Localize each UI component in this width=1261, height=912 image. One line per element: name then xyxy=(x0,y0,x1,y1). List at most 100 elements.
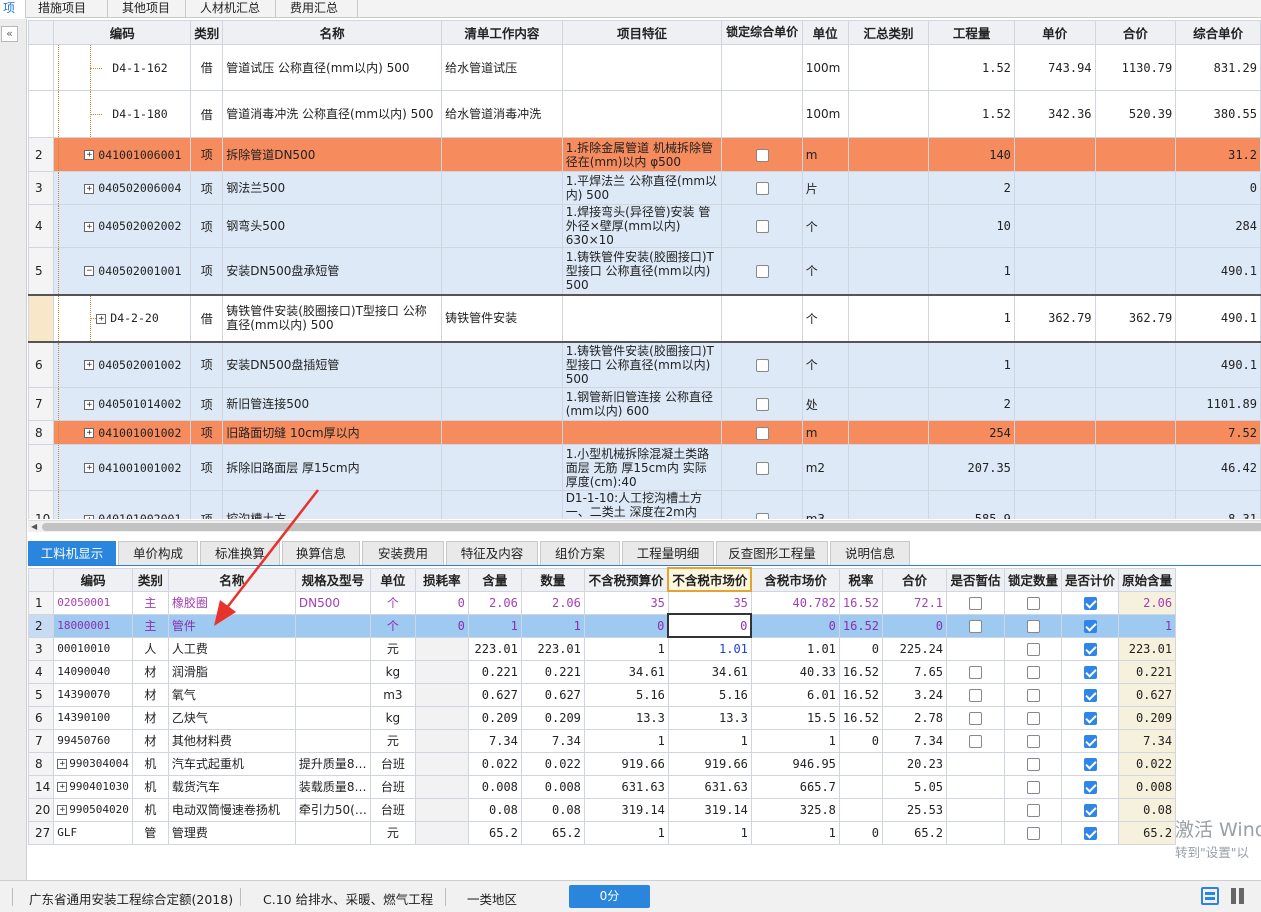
estimate-cell[interactable] xyxy=(946,751,1006,776)
lock-price-checkbox[interactable] xyxy=(755,461,769,475)
budget-price[interactable]: 1 xyxy=(583,636,669,661)
expand-icon[interactable]: + xyxy=(84,221,95,232)
score-button[interactable]: 0分 xyxy=(569,885,650,908)
expand-icon[interactable]: + xyxy=(84,514,95,519)
item-quantity[interactable]: 254 xyxy=(928,420,1015,445)
lock-price-checkbox[interactable] xyxy=(755,358,769,372)
material-type[interactable]: 主 xyxy=(131,590,169,615)
material-spec[interactable]: 装载质量8… xyxy=(294,774,371,799)
item-price[interactable]: 743.94 xyxy=(1013,44,1096,91)
estimate-cell[interactable] xyxy=(946,774,1006,799)
estimate-cell[interactable] xyxy=(946,728,1006,753)
estimate-checkbox[interactable] xyxy=(969,734,983,748)
material-total[interactable]: 2.78 xyxy=(882,705,948,730)
item-quantity[interactable]: 1 xyxy=(928,293,1015,343)
priced-checkbox[interactable] xyxy=(1083,665,1097,679)
loss-rate[interactable] xyxy=(414,659,469,684)
tax-rate[interactable]: 0 xyxy=(838,636,884,661)
lock-price-cell[interactable] xyxy=(721,420,803,445)
item-total[interactable]: 362.79 xyxy=(1094,293,1177,343)
lock-price-cell[interactable] xyxy=(721,90,803,138)
tax-rate[interactable] xyxy=(838,797,884,822)
material-row[interactable]: 1 02050001 主橡胶圈 DN500 个 0 2.06 2.06 35 35 40.782 16… xyxy=(28,590,1177,615)
header-summary-type[interactable]: 汇总类别 xyxy=(847,20,930,45)
original-content[interactable]: 0.022 xyxy=(1118,751,1177,776)
tab-labor-material-summary[interactable]: 人材机汇总 xyxy=(186,0,276,18)
item-quantity[interactable]: 585.9 xyxy=(928,490,1015,519)
item-code[interactable]: −040502001001 xyxy=(53,247,192,295)
lheader-market[interactable]: 不含税市场价 xyxy=(667,567,753,592)
item-name[interactable]: 安装DN500盘承短管 xyxy=(222,247,443,295)
priced-cell[interactable] xyxy=(1061,820,1120,845)
priced-checkbox[interactable] xyxy=(1083,711,1097,725)
item-price[interactable]: 342.36 xyxy=(1013,90,1096,138)
material-unit[interactable]: 元 xyxy=(369,820,416,845)
lock-qty-checkbox[interactable] xyxy=(1026,803,1040,817)
material-name[interactable]: 汽车式起重机 xyxy=(167,751,296,776)
estimate-checkbox[interactable] xyxy=(969,619,983,633)
item-name[interactable]: 旧路面切缝 10cm厚以内 xyxy=(222,420,443,445)
lock-price-checkbox[interactable] xyxy=(755,513,769,519)
expand-icon[interactable]: + xyxy=(84,360,95,371)
material-spec[interactable]: DN500 xyxy=(294,590,371,615)
priced-cell[interactable] xyxy=(1061,751,1120,776)
bill-row[interactable]: + D4-2-20 借铸铁管件安装(胶圈接口)T型接口 公称直径(mm以内) 500… xyxy=(28,293,1261,343)
bill-row[interactable]: 9 +041001001002 项拆除旧路面层 厚15cm内 1.小型机械拆除混凝土类… xyxy=(28,444,1261,491)
item-name[interactable]: 管道消毒冲洗 公称直径(mm以内) 500 xyxy=(222,90,443,138)
layout-stacked-icon[interactable] xyxy=(1201,887,1219,905)
material-row[interactable]: 7 99450760 材其他材料费元 7.34 7.34 1 1 1 0 7.34 7.34 xyxy=(28,728,1177,753)
priced-checkbox[interactable] xyxy=(1083,642,1097,656)
priced-checkbox[interactable] xyxy=(1083,757,1097,771)
item-type[interactable]: 项 xyxy=(190,444,224,491)
header-name[interactable]: 名称 xyxy=(222,20,443,45)
material-row[interactable]: 2 18000001 主管件个 0 1 1 0 0 0 16.52 0 1 xyxy=(28,613,1177,638)
item-feature[interactable] xyxy=(561,90,723,138)
item-type[interactable]: 借 xyxy=(190,90,224,138)
summary-type[interactable] xyxy=(847,293,930,343)
item-name[interactable]: 铸铁管件安装(胶圈接口)T型接口 公称直径(mm以内) 500 xyxy=(222,293,443,343)
loss-rate[interactable]: 0 xyxy=(414,613,469,638)
item-feature[interactable]: 1.钢管新旧管连接 公称直径(mm以内) 600 xyxy=(561,387,723,421)
material-unit[interactable]: 元 xyxy=(369,728,416,753)
loss-rate[interactable]: 0 xyxy=(414,590,469,615)
content-amount[interactable]: 223.01 xyxy=(467,636,522,661)
loss-rate[interactable] xyxy=(414,728,469,753)
lock-price-cell[interactable] xyxy=(721,171,803,205)
item-total[interactable] xyxy=(1094,137,1177,172)
market-price[interactable]: 13.3 xyxy=(667,705,752,730)
item-unit[interactable]: 个 xyxy=(801,247,849,295)
original-content[interactable]: 0.08 xyxy=(1118,797,1177,822)
lock-qty-checkbox[interactable] xyxy=(1026,757,1040,771)
lheader-lock-qty[interactable]: 锁定数量 xyxy=(1004,567,1063,592)
material-quantity[interactable]: 1 xyxy=(520,613,585,638)
header-total[interactable]: 合价 xyxy=(1094,20,1177,45)
material-spec[interactable] xyxy=(294,613,371,638)
expand-icon[interactable]: + xyxy=(84,150,95,160)
item-unit-price[interactable]: 490.1 xyxy=(1175,341,1261,388)
item-type[interactable]: 项 xyxy=(190,341,224,388)
budget-price[interactable]: 1 xyxy=(583,820,669,845)
lock-qty-checkbox[interactable] xyxy=(1026,826,1040,840)
item-unit[interactable]: 个 xyxy=(801,204,849,248)
item-quantity[interactable]: 207.35 xyxy=(928,444,1015,491)
item-price[interactable] xyxy=(1013,137,1096,172)
material-name[interactable]: 管理费 xyxy=(167,820,296,845)
estimate-cell[interactable] xyxy=(946,590,1006,615)
lock-price-cell[interactable] xyxy=(721,293,803,343)
lock-price-cell[interactable] xyxy=(721,490,803,519)
lock-qty-checkbox[interactable] xyxy=(1026,734,1040,748)
material-name[interactable]: 管件 xyxy=(167,613,296,638)
lock-qty-checkbox[interactable] xyxy=(1026,642,1040,656)
market-price[interactable]: 631.63 xyxy=(667,774,752,799)
original-content[interactable]: 223.01 xyxy=(1118,636,1177,661)
work-content[interactable] xyxy=(441,247,563,295)
material-unit[interactable]: 台班 xyxy=(369,774,416,799)
tax-rate[interactable]: 0 xyxy=(838,820,884,845)
tax-market-price[interactable]: 665.7 xyxy=(750,774,840,799)
item-total[interactable]: 1130.79 xyxy=(1094,44,1177,91)
item-type[interactable]: 项 xyxy=(190,137,224,172)
material-total[interactable]: 7.34 xyxy=(882,728,948,753)
material-spec[interactable] xyxy=(294,705,371,730)
lock-qty-cell[interactable] xyxy=(1004,636,1063,661)
original-content[interactable]: 0.627 xyxy=(1118,682,1177,707)
